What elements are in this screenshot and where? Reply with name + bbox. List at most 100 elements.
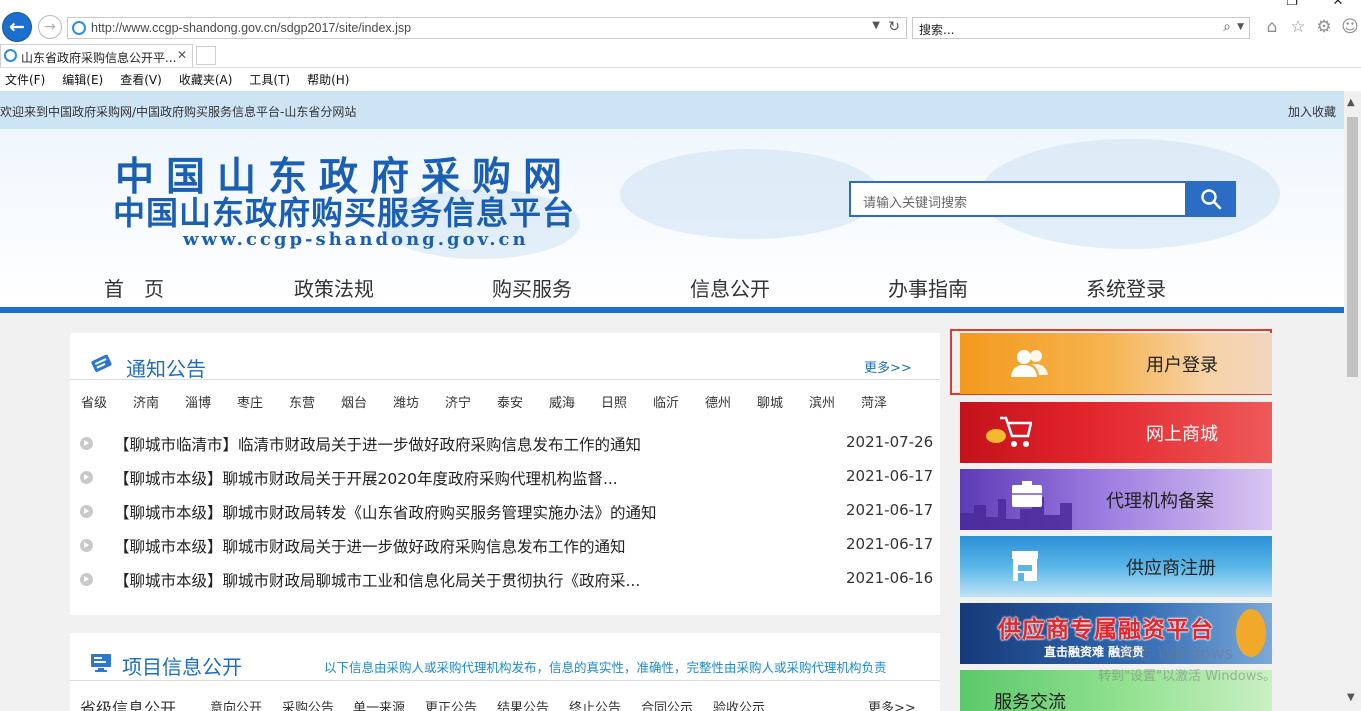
welcome-text: 欢迎来到中国政府采购网/中国政府购买服务信息平台-山东省分网站: [0, 105, 357, 119]
vertical-scrollbar[interactable]: ▲ ▼: [1344, 91, 1361, 711]
refresh-icon[interactable]: ↻: [888, 19, 900, 35]
nav-services[interactable]: 购买服务: [492, 273, 572, 302]
home-icon[interactable]: ⌂: [1262, 17, 1282, 37]
city-tab[interactable]: 泰安: [497, 392, 523, 411]
notice-title-link[interactable]: 【聊城市临清市】临清市财政局关于进一步做好政府采购信息发布工作的通知: [114, 433, 641, 455]
notice-row[interactable]: 【聊城市本级】聊城市财政局聊城市工业和信息化局关于贯彻执行《政府采... 202…: [70, 565, 940, 595]
city-tab[interactable]: 威海: [549, 392, 575, 411]
user-login-button[interactable]: 用户登录: [960, 333, 1272, 394]
site-logo-subtitle: 中国山东政府购买服务信息平台: [113, 194, 576, 232]
tab-provincial[interactable]: 省级信息公开: [80, 695, 176, 711]
tab-title: 山东省政府采购信息公开平...: [21, 51, 177, 65]
notice-row[interactable]: 【聊城市本级】聊城市财政局转发《山东省政府购买服务管理实施办法》的通知 2021…: [70, 497, 940, 527]
project-description: 以下信息由采购人或采购代理机构发布，信息的真实性，准确性，完整性由采购人或采购代…: [324, 660, 887, 675]
restore-icon[interactable]: ❐: [1269, 0, 1315, 9]
city-tab[interactable]: 省级: [81, 392, 107, 411]
site-logo-url: www.ccgp-shandong.gov.cn: [183, 229, 529, 250]
city-tab[interactable]: 日照: [601, 392, 627, 411]
project-tabs: 省级信息公开 意向公开 采购公告 单一来源 更正公告 结果公告 终止公告 合同公…: [70, 697, 940, 711]
menu-file[interactable]: 文件(F): [5, 71, 45, 88]
online-mall-button[interactable]: 网上商城: [960, 402, 1272, 463]
tab-close-icon[interactable]: ✕: [177, 48, 187, 62]
city-filter: 省级 济南 淄博 枣庄 东营 烟台 潍坊 济宁 泰安 威海 日照 临沂 德州 聊…: [81, 392, 931, 411]
nav-login[interactable]: 系统登录: [1086, 273, 1166, 302]
address-bar[interactable]: http://www.ccgp-shandong.gov.cn/sdgp2017…: [67, 17, 907, 39]
site-logo-title[interactable]: 中国山东政府采购网: [115, 157, 574, 197]
tab-correction[interactable]: 更正公告: [425, 697, 477, 711]
city-tab[interactable]: 临沂: [653, 392, 679, 411]
chevron-down-icon[interactable]: ▼: [1237, 22, 1244, 32]
address-url[interactable]: http://www.ccgp-shandong.gov.cn/sdgp2017…: [91, 21, 411, 35]
nav-policy[interactable]: 政策法规: [294, 273, 374, 302]
nav-home[interactable]: 首 页: [104, 273, 164, 302]
nav-disclosure[interactable]: 信息公开: [690, 273, 770, 302]
site-search-input[interactable]: 请输入关键词搜索: [849, 181, 1187, 217]
divider: [70, 379, 940, 380]
project-more-link[interactable]: 更多>>: [868, 697, 916, 711]
city-tab[interactable]: 济宁: [445, 392, 471, 411]
city-tab[interactable]: 烟台: [341, 392, 367, 411]
gear-icon[interactable]: ⚙: [1314, 17, 1334, 37]
tab-result[interactable]: 结果公告: [497, 697, 549, 711]
supplier-register-button[interactable]: 供应商注册: [960, 536, 1272, 597]
smiley-icon[interactable]: ☺: [1340, 17, 1360, 37]
tab-procurement[interactable]: 采购公告: [282, 697, 334, 711]
scrollbar-thumb[interactable]: [1347, 117, 1358, 377]
chevron-down-icon[interactable]: ▼: [1347, 692, 1355, 703]
site-header: 中国山东政府采购网 中国山东政府购买服务信息平台 www.ccgp-shando…: [0, 129, 1344, 307]
tab-termination[interactable]: 终止公告: [569, 697, 621, 711]
city-tab[interactable]: 菏泽: [861, 392, 887, 411]
menu-view[interactable]: 查看(V): [120, 71, 162, 88]
forward-button[interactable]: →: [38, 15, 62, 39]
agency-filing-button[interactable]: 代理机构备案: [960, 469, 1272, 530]
project-title: 项目信息公开: [122, 655, 242, 679]
menu-tools[interactable]: 工具(T): [249, 71, 290, 88]
activation-watermark-text: 转到"设置"以激活 Windows。: [1098, 669, 1277, 684]
add-favorite-link[interactable]: 加入收藏: [1288, 103, 1336, 120]
notice-date: 2021-06-16: [846, 569, 934, 587]
site-search-button[interactable]: [1186, 181, 1236, 217]
notice-row[interactable]: 【聊城市本级】聊城市财政局关于开展2020年度政府采购代理机构监督... 202…: [70, 463, 940, 493]
nav-divider: [0, 307, 1344, 313]
city-tab[interactable]: 潍坊: [393, 392, 419, 411]
bullet-arrow-icon: [80, 471, 93, 484]
city-tab[interactable]: 滨州: [809, 392, 835, 411]
chevron-up-icon[interactable]: ▲: [1347, 97, 1355, 108]
notice-title-link[interactable]: 【聊城市本级】聊城市财政局聊城市工业和信息化局关于贯彻执行《政府采...: [114, 569, 640, 591]
chevron-down-icon[interactable]: ▼: [872, 20, 880, 31]
city-tab[interactable]: 聊城: [757, 392, 783, 411]
close-icon[interactable]: ✕: [1315, 0, 1361, 9]
notice-row[interactable]: 【聊城市本级】聊城市财政局关于进一步做好政府采购信息发布工作的通知 2021-0…: [70, 531, 940, 561]
notice-title-link[interactable]: 【聊城市本级】聊城市财政局关于开展2020年度政府采购代理机构监督...: [114, 467, 618, 489]
notice-panel: 通知公告 更多>> 省级 济南 淄博 枣庄 东营 烟台 潍坊 济宁 泰安 威海 …: [70, 333, 940, 615]
city-tab[interactable]: 东营: [289, 392, 315, 411]
menu-help[interactable]: 帮助(H): [307, 71, 349, 88]
notice-date: 2021-07-26: [846, 433, 934, 451]
city-tab[interactable]: 枣庄: [237, 392, 263, 411]
toolbar-icons: ⌂ ☆ ⚙ ☺: [1262, 17, 1360, 37]
notice-title-link[interactable]: 【聊城市本级】聊城市财政局关于进一步做好政府采购信息发布工作的通知: [114, 535, 626, 557]
nav-guide[interactable]: 办事指南: [888, 273, 968, 302]
tab-intent[interactable]: 意向公开: [210, 697, 262, 711]
divider: [70, 680, 940, 681]
city-tab[interactable]: 德州: [705, 392, 731, 411]
notice-row[interactable]: 【聊城市临清市】临清市财政局关于进一步做好政府采购信息发布工作的通知 2021-…: [70, 429, 940, 459]
search-icon[interactable]: ⌕: [1223, 19, 1231, 35]
tab-acceptance[interactable]: 验收公示: [713, 697, 765, 711]
bullet-arrow-icon: [80, 437, 93, 450]
menu-edit[interactable]: 编辑(E): [62, 71, 103, 88]
new-tab-button[interactable]: [196, 46, 216, 65]
city-tab[interactable]: 淄博: [185, 392, 211, 411]
tab-contract[interactable]: 合同公示: [641, 697, 693, 711]
browser-tab[interactable]: 山东省政府采购信息公开平... ✕: [0, 44, 193, 67]
notice-date: 2021-06-17: [846, 467, 934, 485]
menu-favorites[interactable]: 收藏夹(A): [179, 71, 233, 88]
notice-more-link[interactable]: 更多>>: [864, 357, 912, 376]
star-icon[interactable]: ☆: [1288, 17, 1308, 37]
monitor-icon: [91, 654, 111, 672]
city-tab[interactable]: 济南: [133, 392, 159, 411]
tab-single-source[interactable]: 单一来源: [353, 697, 405, 711]
browser-search-input[interactable]: 搜索... ⌕ ▼: [912, 17, 1250, 39]
notice-title-link[interactable]: 【聊城市本级】聊城市财政局转发《山东省政府购买服务管理实施办法》的通知: [114, 501, 657, 523]
back-button[interactable]: ←: [2, 12, 32, 42]
